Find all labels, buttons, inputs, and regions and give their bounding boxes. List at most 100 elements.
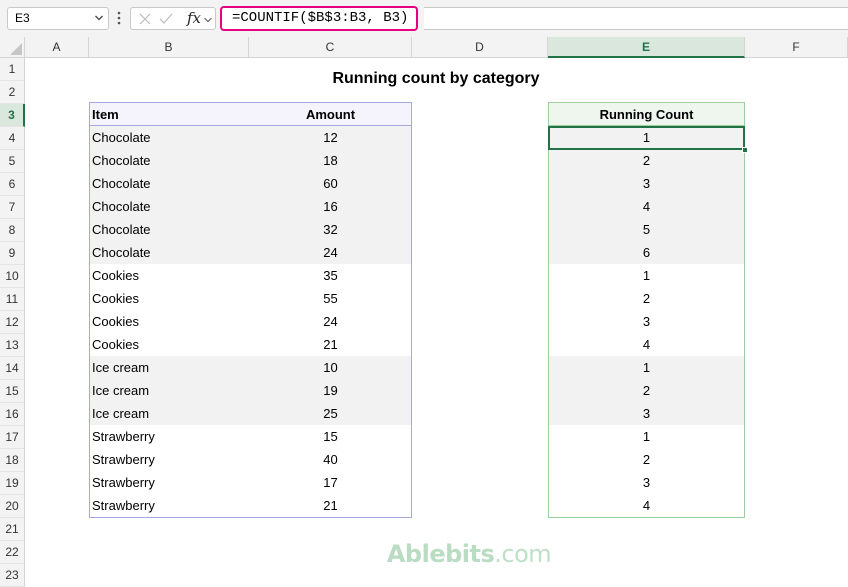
name-box[interactable]: E3 (7, 7, 109, 30)
cell-item[interactable]: Strawberry (90, 494, 253, 517)
cell-running-count[interactable]: 1 (549, 425, 744, 448)
column-header-a[interactable]: A (25, 37, 89, 58)
row-header-16[interactable]: 16 (0, 403, 25, 426)
cell-amount[interactable]: 15 (253, 425, 408, 448)
cell-amount[interactable]: 60 (253, 172, 408, 195)
cell-item[interactable]: Chocolate (90, 172, 253, 195)
cell-amount[interactable]: 32 (253, 218, 408, 241)
cell-amount[interactable]: 55 (253, 287, 408, 310)
cell-item[interactable]: Ice cream (90, 356, 253, 379)
cell-running-count[interactable]: 2 (549, 379, 744, 402)
cell-item[interactable]: Cookies (90, 264, 253, 287)
cell-amount[interactable]: 17 (253, 471, 408, 494)
cell-amount[interactable]: 24 (253, 241, 408, 264)
row-header-1[interactable]: 1 (0, 58, 25, 81)
cell-item[interactable]: Chocolate (90, 195, 253, 218)
row-header-4[interactable]: 4 (0, 127, 25, 150)
column-header-e[interactable]: E (548, 37, 745, 58)
cell-running-count[interactable]: 4 (549, 195, 744, 218)
cell-running-count[interactable]: 2 (549, 287, 744, 310)
row-header-19[interactable]: 19 (0, 472, 25, 495)
row-header-20[interactable]: 20 (0, 495, 25, 518)
cell-amount[interactable]: 24 (253, 310, 408, 333)
cell-item[interactable]: Cookies (90, 310, 253, 333)
cell-item[interactable]: Ice cream (90, 402, 253, 425)
cell-running-count[interactable]: 1 (549, 264, 744, 287)
row-header-5[interactable]: 5 (0, 150, 25, 173)
enter-check-icon[interactable] (159, 13, 173, 25)
header-amount[interactable]: Amount (253, 103, 408, 126)
cell-running-count[interactable]: 2 (549, 149, 744, 172)
cell-running-count[interactable]: 6 (549, 241, 744, 264)
cancel-icon[interactable] (139, 13, 151, 25)
column-header-d[interactable]: D (412, 37, 548, 58)
running-count-table[interactable]: Running Count 12345612341231234 (548, 102, 745, 518)
formula-input[interactable]: =COUNTIF($B$3:B3, B3) (220, 6, 418, 31)
cell-item[interactable]: Strawberry (90, 448, 253, 471)
cell-running-count[interactable]: 1 (549, 356, 744, 379)
cell-item[interactable]: Cookies (90, 333, 253, 356)
fill-handle[interactable] (742, 147, 748, 153)
column-header-b[interactable]: B (89, 37, 249, 58)
cell-item[interactable]: Chocolate (90, 218, 253, 241)
row-header-8[interactable]: 8 (0, 219, 25, 242)
row-header-23[interactable]: 23 (0, 564, 25, 587)
cell-running-count[interactable]: 3 (549, 471, 744, 494)
cell-amount[interactable]: 18 (253, 149, 408, 172)
row-header-15[interactable]: 15 (0, 380, 25, 403)
row-header-2[interactable]: 2 (0, 81, 25, 104)
more-options-icon[interactable] (116, 10, 122, 26)
worksheet-grid[interactable]: A B C D E F 1 2 3 4 5 6 7 8 9 10 11 12 13 14 15 16 17 18 1… (0, 37, 848, 587)
running-count-row: 3 (549, 310, 744, 333)
cell-running-count[interactable]: 2 (549, 448, 744, 471)
header-running-count[interactable]: Running Count (549, 103, 744, 126)
row-header-22[interactable]: 22 (0, 541, 25, 564)
row-header-10[interactable]: 10 (0, 265, 25, 288)
column-header-c[interactable]: C (249, 37, 412, 58)
cell-item[interactable]: Chocolate (90, 149, 253, 172)
cell-item[interactable]: Cookies (90, 287, 253, 310)
cell-amount[interactable]: 16 (253, 195, 408, 218)
cell-item[interactable]: Strawberry (90, 471, 253, 494)
active-cell-selection[interactable] (548, 126, 745, 150)
row-header-14[interactable]: 14 (0, 357, 25, 380)
column-header-f[interactable]: F (745, 37, 848, 58)
row-header-7[interactable]: 7 (0, 196, 25, 219)
chevron-down-icon[interactable] (95, 14, 103, 22)
row-header-6[interactable]: 6 (0, 173, 25, 196)
select-all-button[interactable] (0, 37, 25, 58)
cell-running-count[interactable]: 3 (549, 310, 744, 333)
row-header-17[interactable]: 17 (0, 426, 25, 449)
header-item[interactable]: Item (90, 103, 253, 126)
data-table[interactable]: Item Amount Chocolate 12 Chocolate 18 Chocola… (89, 102, 412, 518)
running-count-row: 3 (549, 172, 744, 195)
cell-item[interactable]: Chocolate (90, 126, 253, 149)
row-header-13[interactable]: 13 (0, 334, 25, 357)
cell-running-count[interactable]: 3 (549, 402, 744, 425)
row-header-12[interactable]: 12 (0, 311, 25, 334)
cell-running-count[interactable]: 5 (549, 218, 744, 241)
cell-item[interactable]: Ice cream (90, 379, 253, 402)
row-header-21[interactable]: 21 (0, 518, 25, 541)
row-header-3[interactable]: 3 (0, 104, 25, 127)
cell-item[interactable]: Chocolate (90, 241, 253, 264)
cell-amount[interactable]: 35 (253, 264, 408, 287)
cell-running-count[interactable]: 4 (549, 494, 744, 517)
cell-amount[interactable]: 12 (253, 126, 408, 149)
cell-amount[interactable]: 25 (253, 402, 408, 425)
cell-amount[interactable]: 21 (253, 494, 408, 517)
cell-running-count[interactable]: 4 (549, 333, 744, 356)
cell-item[interactable]: Strawberry (90, 425, 253, 448)
insert-function-icon[interactable]: fx (187, 9, 201, 27)
cell-running-count[interactable]: 3 (549, 172, 744, 195)
cell-amount[interactable]: 21 (253, 333, 408, 356)
chevron-down-icon[interactable] (204, 16, 212, 24)
cell-amount[interactable]: 10 (253, 356, 408, 379)
cell-amount[interactable]: 40 (253, 448, 408, 471)
sheet-title[interactable]: Running count by category (236, 70, 636, 88)
row-header-9[interactable]: 9 (0, 242, 25, 265)
row-header-11[interactable]: 11 (0, 288, 25, 311)
cell-amount[interactable]: 19 (253, 379, 408, 402)
formula-input-area[interactable] (424, 7, 848, 30)
row-header-18[interactable]: 18 (0, 449, 25, 472)
